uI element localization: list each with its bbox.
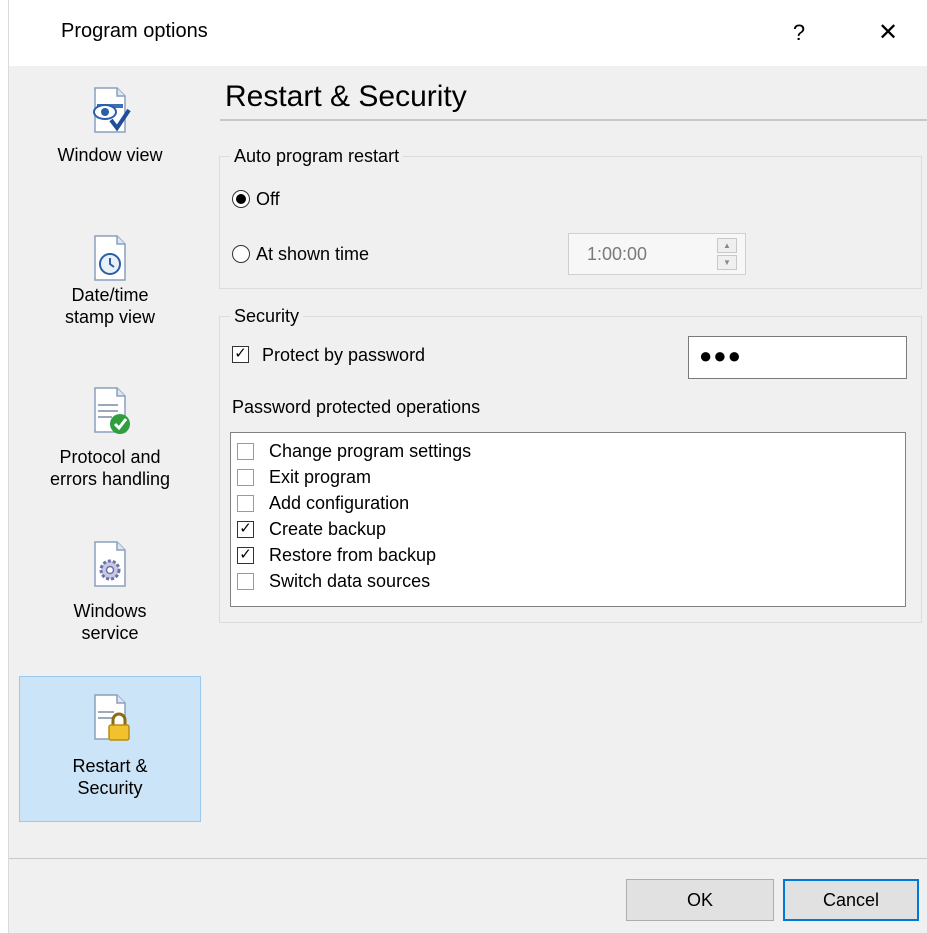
restart-time-input[interactable]: 1:00:00 ▲ ▼	[568, 233, 746, 275]
security-group-label: Security	[230, 306, 304, 327]
spin-up-button[interactable]: ▲	[717, 238, 737, 253]
operation-checkbox[interactable]	[237, 573, 254, 590]
time-spinner: ▲ ▼	[717, 238, 737, 270]
sidebar-item-label: Protocol and errors handling	[49, 447, 171, 489]
checkmark-document-icon	[94, 387, 130, 434]
sidebar-item-label: Windows service	[73, 601, 147, 643]
sidebar-item-protocol[interactable]: Protocol and errors handling	[19, 384, 201, 514]
list-item[interactable]: ✓ Restore from backup	[237, 543, 897, 569]
list-item[interactable]: ✓ Create backup	[237, 517, 897, 543]
title-divider	[220, 119, 927, 121]
program-options-dialog: Program options ? ✕ Window view Date/tim…	[0, 0, 927, 933]
sidebar-item-label: Restart & Security	[72, 756, 148, 798]
title-bar: Program options ? ✕	[9, 0, 927, 66]
restart-at-time-label[interactable]: At shown time	[256, 244, 369, 265]
operation-label: Restore from backup	[269, 545, 437, 565]
protect-by-password-checkbox[interactable]: ✓	[232, 346, 249, 363]
list-item[interactable]: Exit program	[237, 465, 897, 491]
window-title: Program options	[61, 20, 208, 42]
operation-label: Add configuration	[269, 493, 410, 513]
page-title: Restart & Security	[225, 80, 467, 113]
sidebar-item-label: Date/time stamp view	[64, 285, 156, 327]
gear-icon	[94, 541, 126, 587]
lock-icon	[94, 694, 130, 741]
spin-down-button[interactable]: ▼	[717, 255, 737, 270]
auto-restart-group-label: Auto program restart	[230, 146, 404, 167]
operation-label: Switch data sources	[269, 571, 431, 591]
list-item[interactable]: Add configuration	[237, 491, 897, 517]
help-button[interactable]: ?	[777, 10, 821, 56]
password-field[interactable]: ●●●	[688, 336, 907, 379]
restart-off-label[interactable]: Off	[256, 189, 280, 210]
options-sidebar: Window view Date/time stamp view Protoco…	[9, 66, 219, 856]
cancel-button[interactable]: Cancel	[783, 879, 919, 921]
protected-operations-list: Change program settings Exit program Add…	[230, 432, 906, 607]
window-view-icon	[93, 87, 131, 133]
list-item[interactable]: Change program settings	[237, 439, 897, 465]
sidebar-item-label: Window view	[57, 145, 163, 165]
operation-label: Exit program	[269, 467, 372, 487]
protected-operations-label: Password protected operations	[232, 397, 481, 417]
window-left-border	[0, 0, 9, 933]
restart-at-time-radio[interactable]	[232, 245, 250, 263]
operation-label: Change program settings	[269, 441, 472, 461]
operation-checkbox[interactable]	[237, 495, 254, 512]
sidebar-item-window-view[interactable]: Window view	[19, 84, 201, 194]
clock-icon	[94, 235, 126, 281]
close-button[interactable]: ✕	[865, 10, 911, 56]
restart-time-value: 1:00:00	[587, 244, 648, 264]
restart-off-radio[interactable]	[232, 190, 250, 208]
sidebar-item-date-time[interactable]: Date/time stamp view	[19, 232, 201, 352]
operation-checkbox[interactable]	[237, 443, 254, 460]
operation-checkbox[interactable]: ✓	[237, 521, 254, 538]
operation-checkbox[interactable]	[237, 469, 254, 486]
footer-divider	[9, 858, 927, 859]
ok-button[interactable]: OK	[626, 879, 774, 921]
operation-label: Create backup	[269, 519, 387, 539]
sidebar-item-windows-service[interactable]: Windows service	[19, 538, 201, 668]
operation-checkbox[interactable]: ✓	[237, 547, 254, 564]
protect-by-password-label[interactable]: Protect by password	[262, 345, 425, 366]
sidebar-item-restart-security[interactable]: Restart & Security	[19, 676, 201, 822]
list-item[interactable]: Switch data sources	[237, 569, 897, 595]
